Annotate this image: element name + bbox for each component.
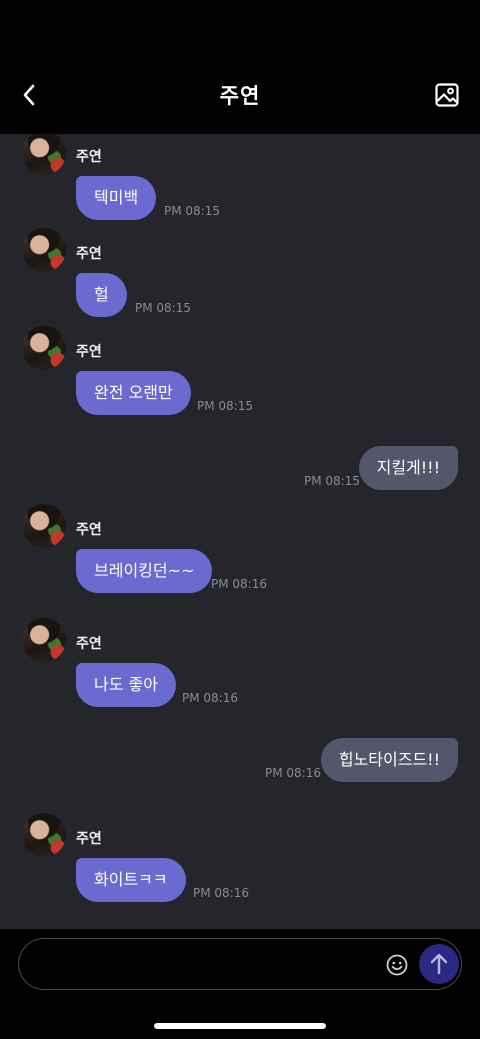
arrow-up-icon [430,953,448,975]
avatar[interactable] [22,228,66,272]
home-indicator [154,1023,326,1029]
message-bubble[interactable]: 텍미백 [76,176,157,220]
message-time: PM 08:16 [211,577,267,591]
message-input-box[interactable] [18,938,462,990]
sender-name: 주연 [76,246,102,262]
composer [0,929,480,1039]
avatar[interactable] [22,618,66,662]
chat-header: 주연 [0,0,480,134]
message-list[interactable]: 주연 텍미백 PM 08:15 주연 헐 PM 08:15 주연 완전 오랜만 … [0,134,480,929]
message-time: PM 08:16 [193,886,249,900]
message-time: PM 08:15 [197,399,253,413]
message-input[interactable] [39,951,383,979]
avatar[interactable] [22,813,66,857]
emoji-button[interactable] [385,953,409,977]
sender-name: 주연 [76,344,102,360]
message-time: PM 08:16 [182,691,238,705]
sender-name: 주연 [76,831,102,847]
gallery-button[interactable] [432,80,462,110]
message-time: PM 08:16 [265,766,321,780]
page-title: 주연 [219,84,261,108]
smiley-icon [386,954,408,976]
avatar[interactable] [22,134,66,175]
message-time: PM 08:15 [304,474,360,488]
send-button[interactable] [419,944,459,984]
message-bubble[interactable]: 브레이킹던~~ [76,549,213,593]
sender-name: 주연 [76,149,102,165]
sender-name: 주연 [76,522,102,538]
message-time: PM 08:15 [164,204,220,218]
message-bubble[interactable]: 힙노타이즈드!! [320,738,458,782]
image-icon [435,83,459,107]
avatar[interactable] [22,326,66,370]
message-bubble[interactable]: 완전 오랜만 [76,371,191,415]
message-bubble[interactable]: 나도 좋아 [76,663,176,707]
message-bubble[interactable]: 화이트ㅋㅋ [76,858,186,902]
message-bubble[interactable]: 헐 [76,273,127,317]
sender-name: 주연 [76,636,102,652]
message-time: PM 08:15 [135,301,191,315]
message-bubble[interactable]: 지킬게!!! [358,446,458,490]
avatar[interactable] [22,504,66,548]
